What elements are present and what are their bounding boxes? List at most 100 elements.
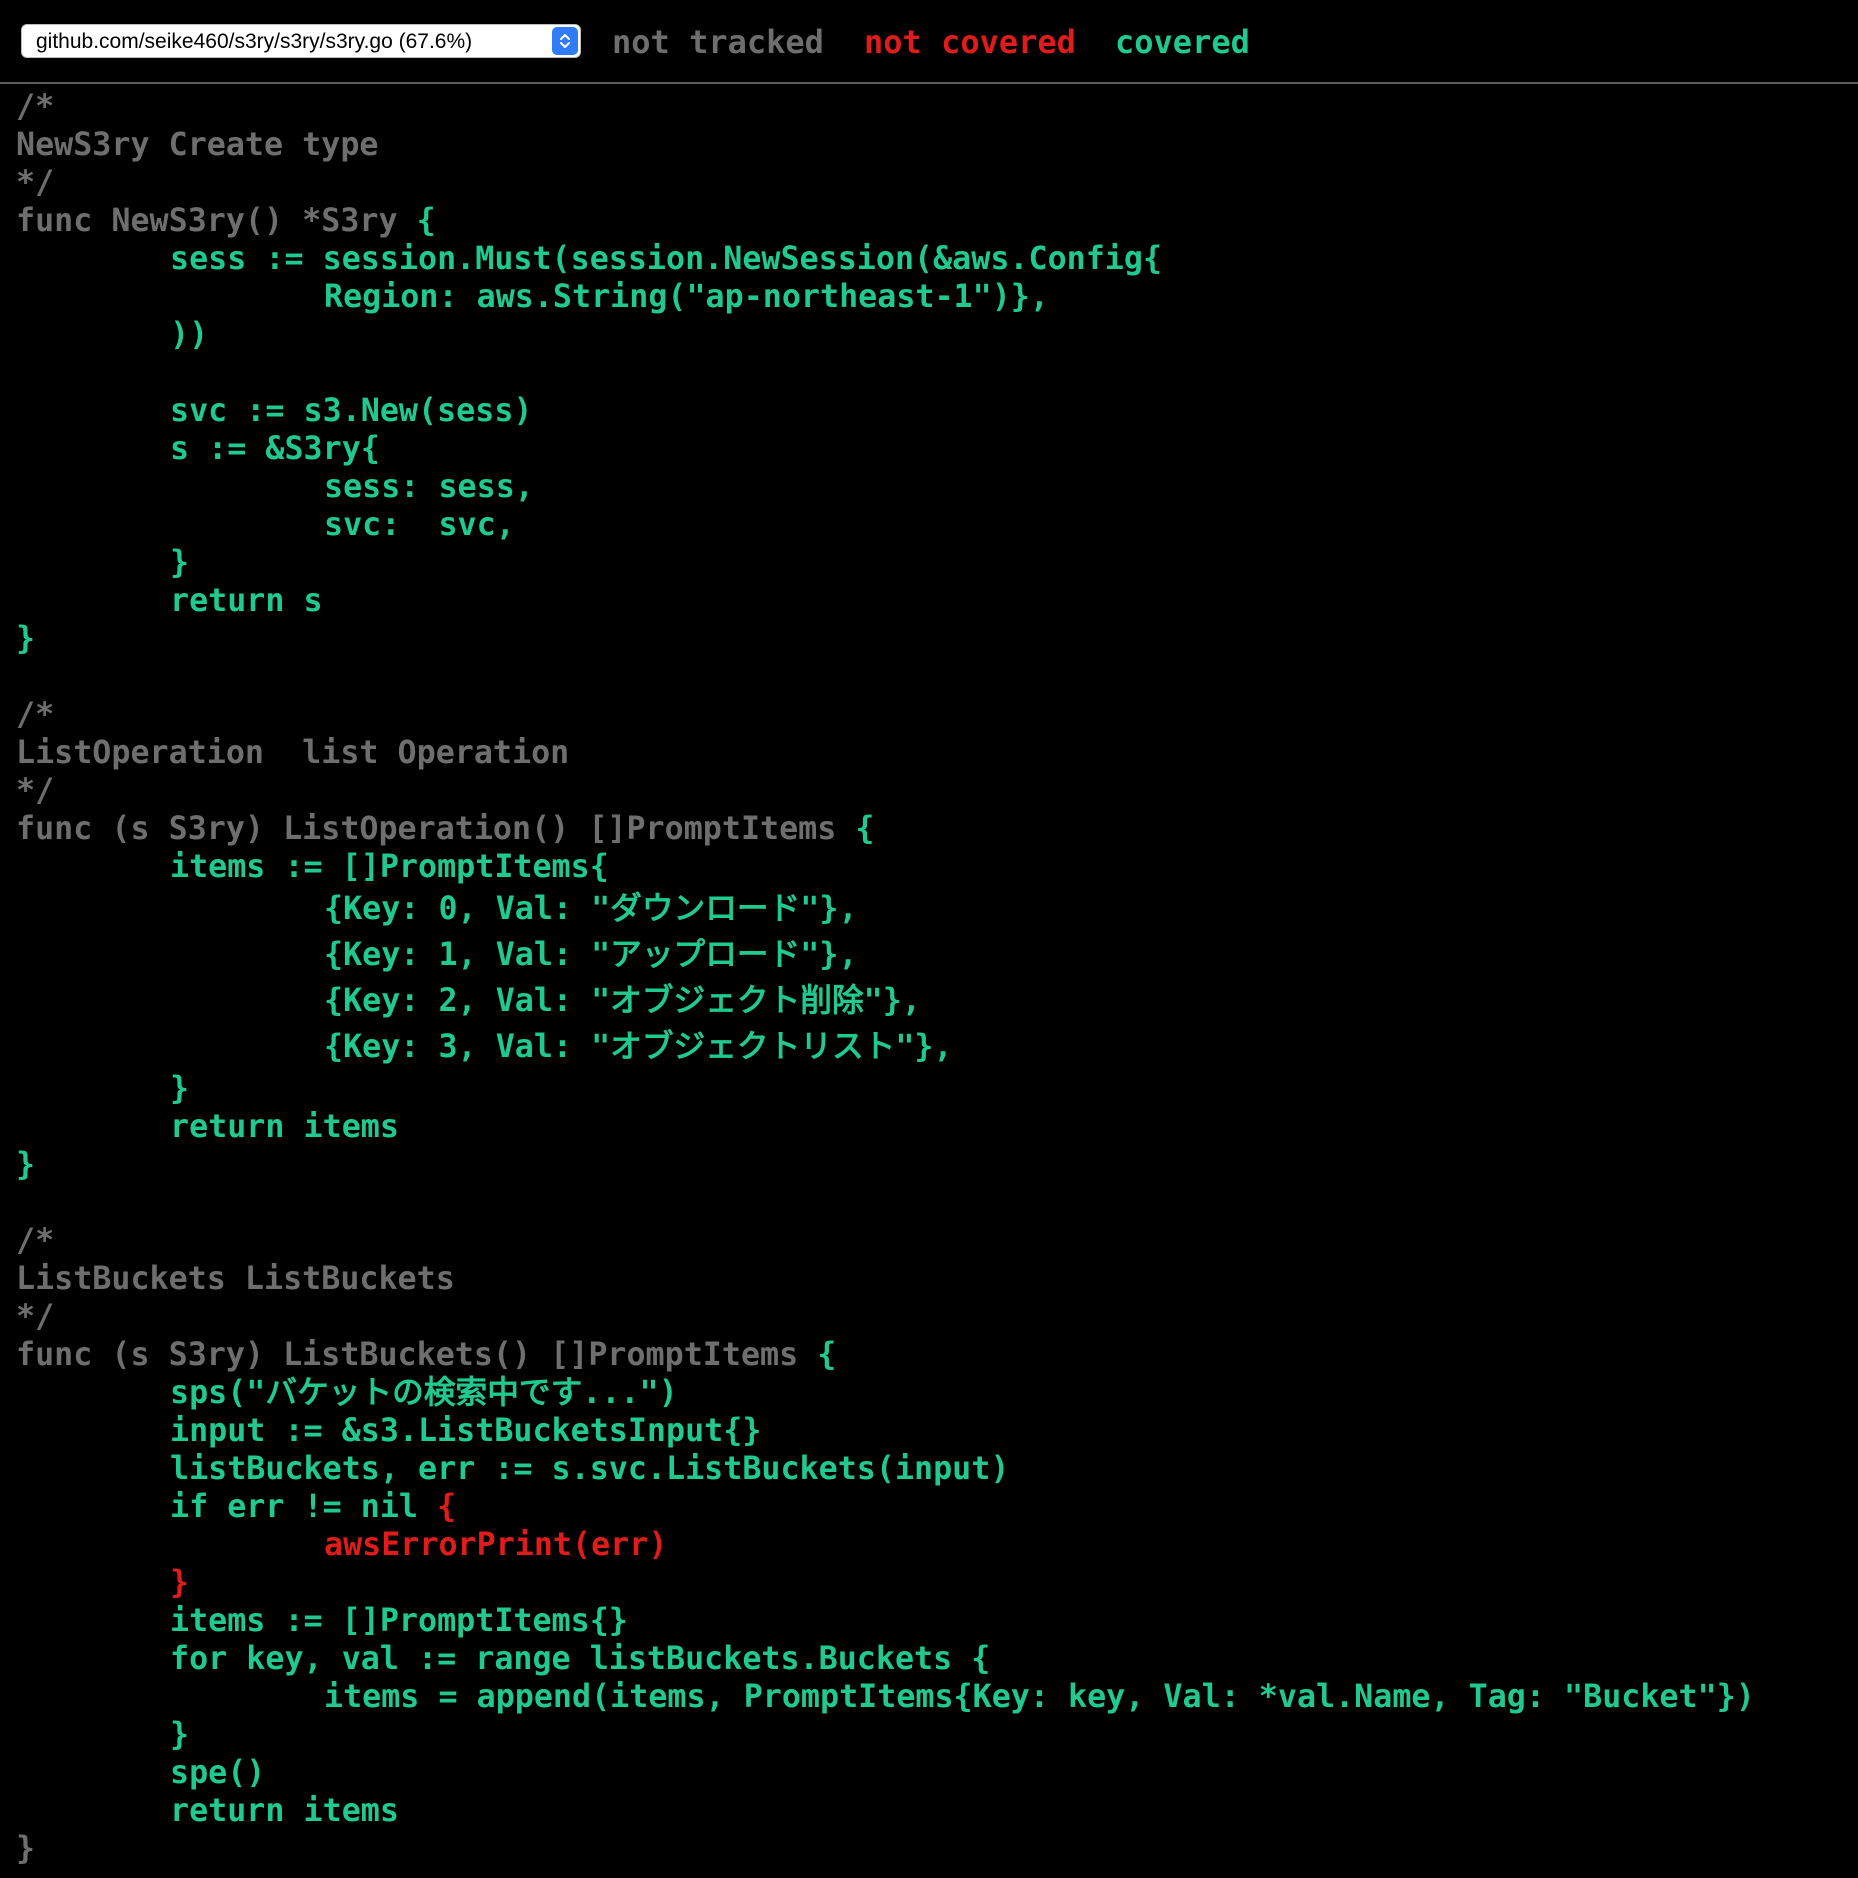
- code-line: svc: svc,: [16, 506, 1755, 544]
- code-line: */: [16, 1298, 1755, 1336]
- select-updown-arrows-icon[interactable]: [552, 27, 578, 55]
- code-line: items := []PromptItems{}: [16, 1602, 1755, 1640]
- code-line: /*: [16, 88, 1755, 126]
- code-segment: func (s S3ry) ListOperation() []PromptIt…: [16, 811, 856, 847]
- code-segment: }: [170, 1717, 190, 1753]
- code-segment: Region: aws.String("ap-northeast-1")},: [324, 279, 1049, 315]
- code-segment: {: [437, 1489, 457, 1525]
- code-segment: NewS3ry Create type: [16, 127, 379, 163]
- legend-covered: covered: [1115, 23, 1250, 61]
- code-segment: {Key: 0, Val: "ダウンロード"},: [324, 891, 858, 927]
- code-segment: }: [170, 1565, 190, 1601]
- code-segment: svc := s3.New(sess): [170, 393, 533, 429]
- code-segment: ListOperation list Operation: [16, 735, 570, 771]
- code-line: s := &S3ry{: [16, 430, 1755, 468]
- code-segment: return items: [170, 1109, 399, 1145]
- code-line: items := []PromptItems{: [16, 848, 1755, 886]
- code-line: items = append(items, PromptItems{Key: k…: [16, 1678, 1755, 1716]
- code-line: }: [16, 620, 1755, 658]
- code-line: sess: sess,: [16, 468, 1755, 506]
- code-line: sess := session.Must(session.NewSession(…: [16, 240, 1755, 278]
- code-segment: */: [16, 1299, 55, 1335]
- code-line: return items: [16, 1792, 1755, 1830]
- code-line: {Key: 3, Val: "オブジェクトリスト"},: [16, 1024, 1755, 1070]
- code-line: NewS3ry Create type: [16, 126, 1755, 164]
- code-segment: {: [416, 203, 436, 239]
- code-line: */: [16, 772, 1755, 810]
- code-line: if err != nil {: [16, 1488, 1755, 1526]
- code-line: )): [16, 316, 1755, 354]
- code-segment: {Key: 2, Val: "オブジェクト削除"},: [324, 983, 921, 1019]
- code-segment: s := &S3ry{: [170, 431, 380, 467]
- code-line: func (s S3ry) ListOperation() []PromptIt…: [16, 810, 1755, 848]
- legend-not-covered: not covered: [864, 23, 1076, 61]
- code-segment: {: [855, 811, 875, 847]
- code-segment: items = append(items, PromptItems{Key: k…: [324, 1679, 1755, 1715]
- code-segment: ListBuckets ListBuckets: [16, 1261, 455, 1297]
- code-segment: }: [170, 545, 190, 581]
- code-segment: /*: [16, 1223, 55, 1259]
- file-select-value: github.com/seike460/s3ry/s3ry/s3ry.go (6…: [36, 30, 473, 53]
- code-line: input := &s3.ListBucketsInput{}: [16, 1412, 1755, 1450]
- code-segment: items := []PromptItems{: [170, 849, 609, 885]
- code-segment: func NewS3ry() *S3ry: [16, 203, 417, 239]
- code-line: {Key: 1, Val: "アップロード"},: [16, 932, 1755, 978]
- file-select[interactable]: github.com/seike460/s3ry/s3ry/s3ry.go (6…: [21, 24, 581, 58]
- code-segment: awsErrorPrint(err): [324, 1527, 668, 1563]
- code-line: }: [16, 1564, 1755, 1602]
- code-segment: sess := session.Must(session.NewSession(…: [170, 241, 1163, 277]
- code-line: spe(): [16, 1754, 1755, 1792]
- code-segment: items := []PromptItems{}: [170, 1603, 628, 1639]
- code-segment: sess: sess,: [324, 469, 534, 505]
- code-segment: {Key: 1, Val: "アップロード"},: [324, 937, 858, 973]
- code-line: return items: [16, 1108, 1755, 1146]
- code-segment: svc: svc,: [324, 507, 515, 543]
- code-line: func (s S3ry) ListBuckets() []PromptItem…: [16, 1336, 1755, 1374]
- code-line: for key, val := range listBuckets.Bucket…: [16, 1640, 1755, 1678]
- code-segment: spe(): [170, 1755, 266, 1791]
- code-line: ListBuckets ListBuckets: [16, 1260, 1755, 1298]
- code-line: ListOperation list Operation: [16, 734, 1755, 772]
- code-line: return s: [16, 582, 1755, 620]
- code-line: }: [16, 1716, 1755, 1754]
- code-line: listBuckets, err := s.svc.ListBuckets(in…: [16, 1450, 1755, 1488]
- code-segment: if err != nil: [170, 1489, 438, 1525]
- code-segment: )): [170, 317, 209, 353]
- code-line: */: [16, 164, 1755, 202]
- code-segment: input := &s3.ListBucketsInput{}: [170, 1413, 762, 1449]
- code-line: }: [16, 544, 1755, 582]
- code-segment: {Key: 3, Val: "オブジェクトリスト"},: [324, 1029, 953, 1065]
- code-segment: sps("バケットの検索中です..."): [170, 1375, 678, 1411]
- code-line: }: [16, 1830, 1755, 1868]
- code-segment: return s: [170, 583, 323, 619]
- code-segment: /*: [16, 697, 55, 733]
- code-line: }: [16, 1146, 1755, 1184]
- code-segment: }: [16, 621, 36, 657]
- code-line: svc := s3.New(sess): [16, 392, 1755, 430]
- code-segment: }: [16, 1831, 36, 1867]
- coverage-toolbar: github.com/seike460/s3ry/s3ry/s3ry.go (6…: [0, 0, 1858, 84]
- code-segment: listBuckets, err := s.svc.ListBuckets(in…: [170, 1451, 1010, 1487]
- code-segment: */: [16, 773, 55, 809]
- code-segment: for key, val := range listBuckets.Bucket…: [170, 1641, 991, 1677]
- source-code-view: /* NewS3ry Create type */func NewS3ry() *S…: [16, 88, 1755, 1868]
- code-line: /*: [16, 1222, 1755, 1260]
- code-line: /*: [16, 696, 1755, 734]
- code-segment: {: [817, 1337, 837, 1373]
- code-line: awsErrorPrint(err): [16, 1526, 1755, 1564]
- code-line: {Key: 2, Val: "オブジェクト削除"},: [16, 978, 1755, 1024]
- code-segment: /*: [16, 89, 55, 125]
- code-line: Region: aws.String("ap-northeast-1")},: [16, 278, 1755, 316]
- legend-not-tracked: not tracked: [612, 23, 824, 61]
- code-segment: func (s S3ry) ListBuckets() []PromptItem…: [16, 1337, 818, 1373]
- code-segment: }: [16, 1147, 36, 1183]
- code-line: }: [16, 1070, 1755, 1108]
- code-line: sps("バケットの検索中です..."): [16, 1374, 1755, 1412]
- code-segment: */: [16, 165, 55, 201]
- code-segment: }: [170, 1071, 190, 1107]
- code-segment: return items: [170, 1793, 399, 1829]
- code-line: func NewS3ry() *S3ry {: [16, 202, 1755, 240]
